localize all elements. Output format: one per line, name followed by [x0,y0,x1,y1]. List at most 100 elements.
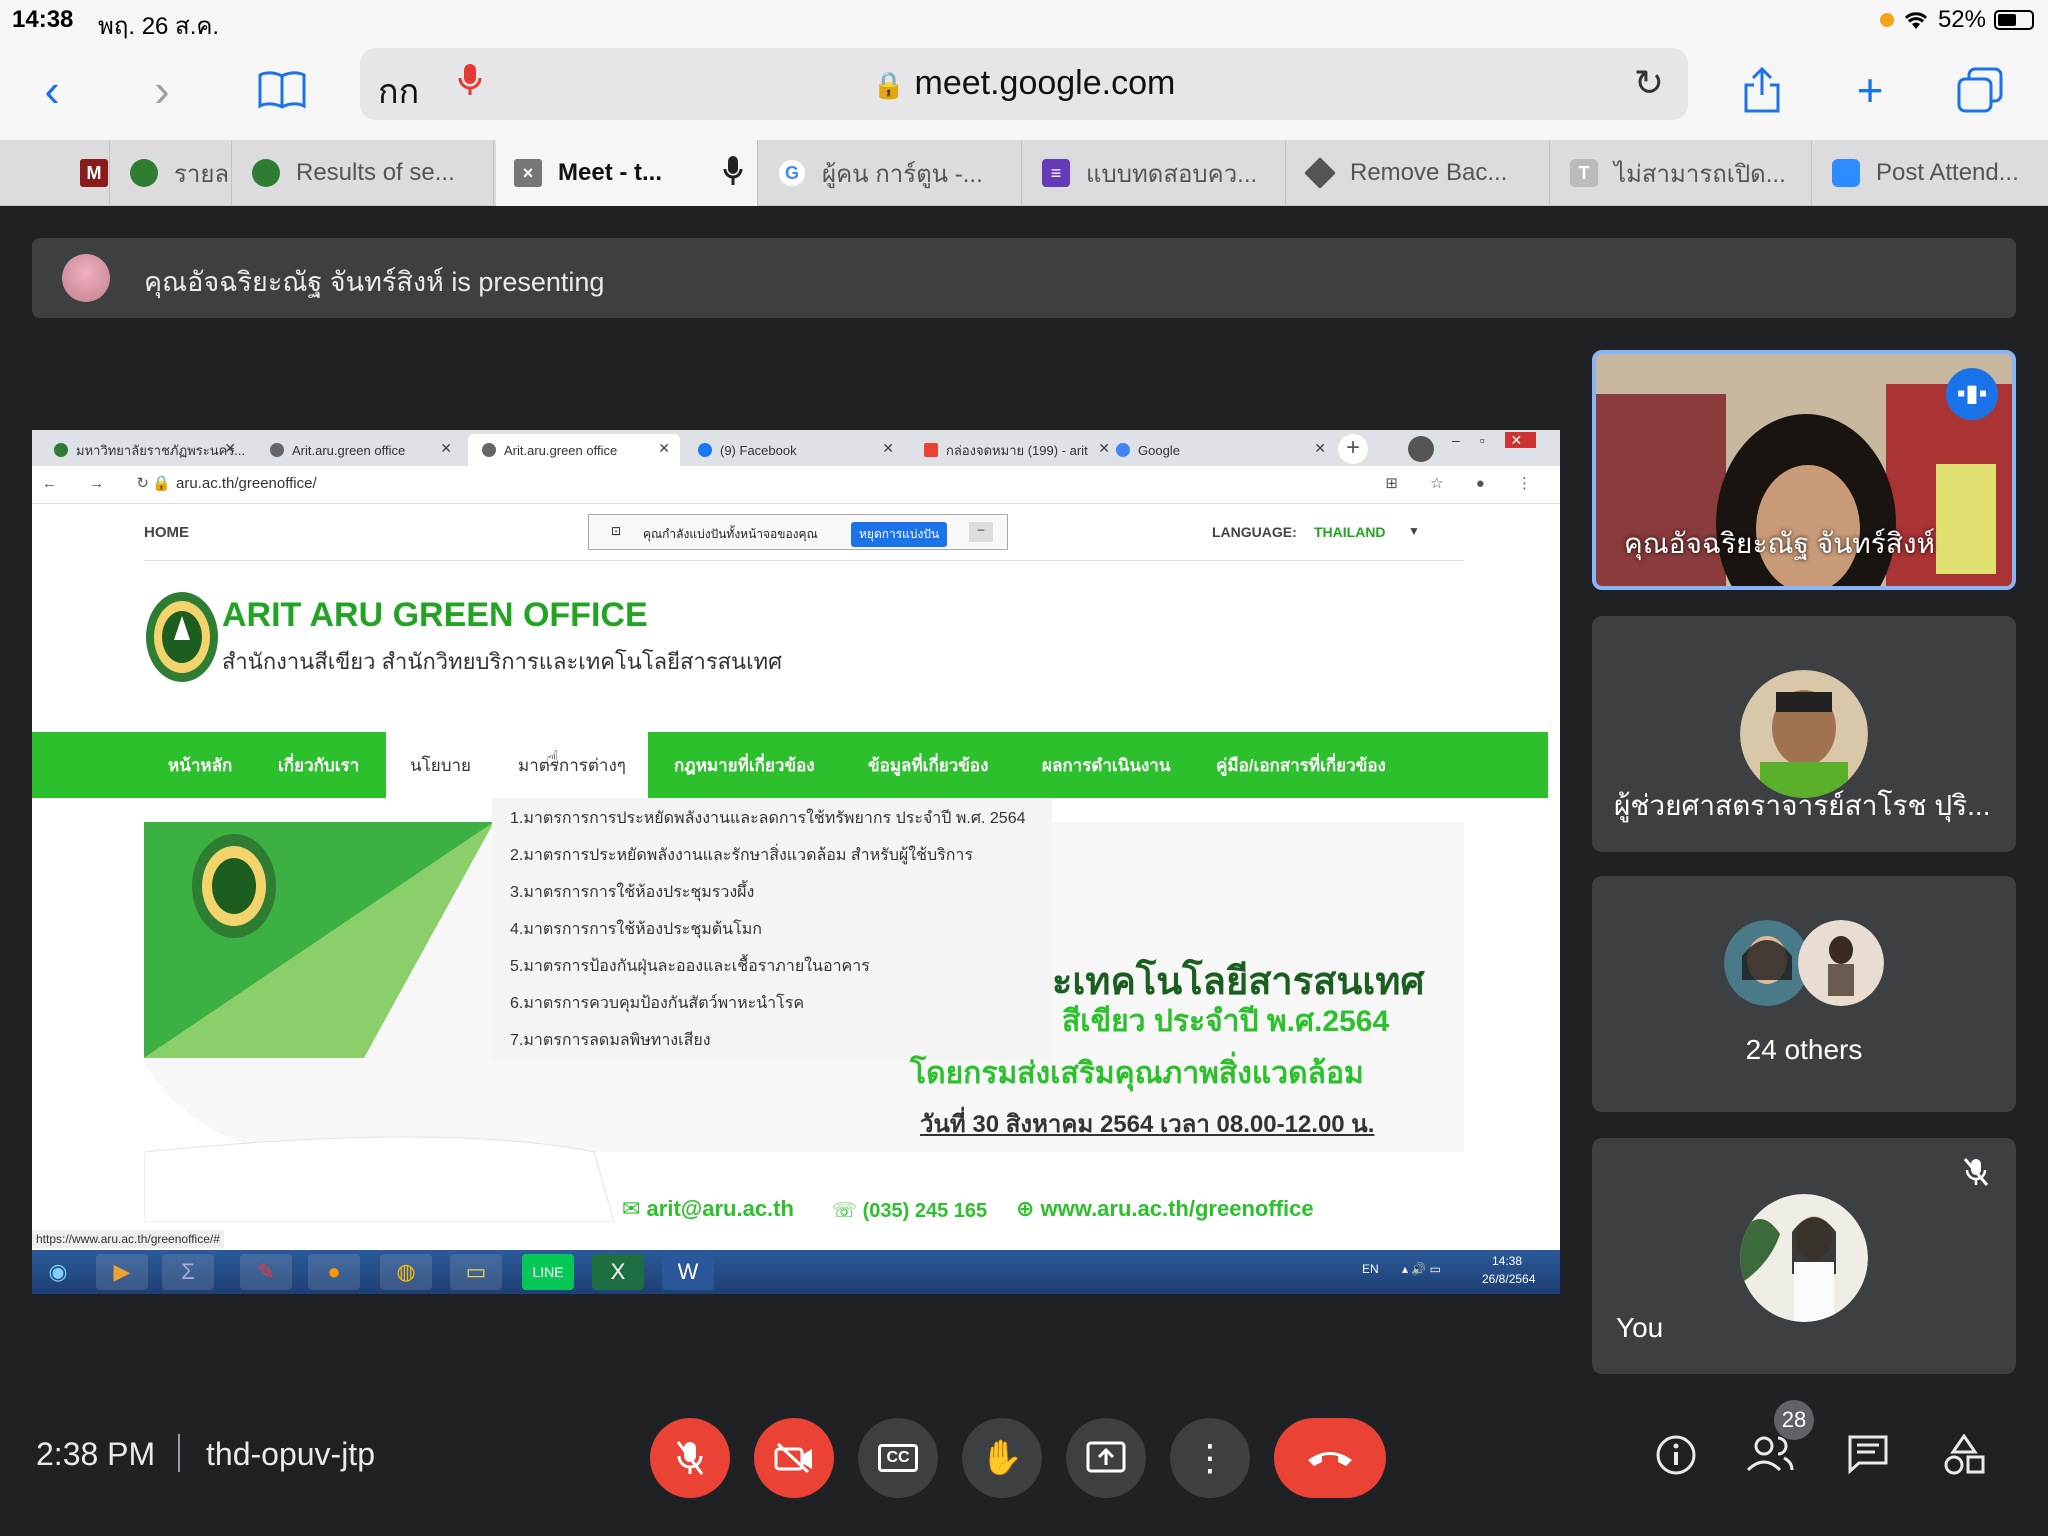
tab-remove-bg[interactable]: Remove Bac... [1288,140,1550,206]
site-subtitle: สำนักงานสีเขียว สำนักวิทยบริการและเทคโนโ… [222,649,783,674]
chrome-url: aru.ac.th/greenoffice/ [176,475,317,492]
other-avatar-2 [1798,920,1884,1006]
closed-captions-icon: CC [878,1444,918,1472]
tab-forms[interactable]: ≡ แบบทดสอบคว... [1024,140,1286,206]
lock-icon: 🔒 [872,70,906,100]
close-tab-icon[interactable]: × [514,159,542,187]
chrome-nav-icons: ← → ↻ [42,475,163,492]
share-notice-bar: ⊡ คุณกำลังแบ่งปันทั้งหน้าจอของคุณ หยุดกา… [588,514,1008,550]
tab-google-cartoon[interactable]: G ผู้คน การ์ตูน -... [760,140,1022,206]
presenter-video-tile[interactable]: ▪▮▪ คุณอัจฉริยะณัฐ จันทร์สิงห์ [1592,350,2016,590]
meeting-time: 2:38 PM [36,1436,156,1472]
people-icon[interactable] [1740,1434,1800,1484]
self-tile[interactable]: You [1592,1138,2016,1374]
status-time: 14:38 [12,6,74,33]
meeting-code: thd-opuv-jtp [206,1436,375,1472]
tab-post-attend[interactable]: Post Attend... [1814,140,2048,206]
camera-toggle-button[interactable] [754,1418,834,1498]
close-icon: ✕ [658,440,670,456]
seal-favicon-icon [54,443,68,457]
t-favicon-icon: T [1570,159,1598,187]
captions-button[interactable]: CC [858,1418,938,1498]
remove-bg-favicon-icon [1304,157,1336,189]
m-favicon-icon: M [80,159,108,187]
mic-off-icon [676,1441,704,1475]
activities-icon[interactable] [1934,1433,1994,1486]
start-button-icon: ◉ [48,1259,68,1284]
battery-percent: 52% [1937,6,1986,33]
nav-related-info: ข้อมูลที่เกี่ยวข้อง [868,756,989,775]
bookmarks-book-icon[interactable] [252,60,312,120]
others-tile[interactable]: 24 others [1592,876,2016,1112]
address-bar[interactable]: กก 🔒 meet.google.com ↻ [360,48,1688,120]
camera-off-icon [774,1442,812,1474]
share-notice-icon: ⊡ [611,524,622,538]
share-icon[interactable] [1732,60,1792,120]
safari-toolbar: ‹ › กก 🔒 meet.google.com ↻ + [0,40,2048,140]
tool-app-icon: ✎ [240,1254,292,1290]
window-controls: – ▫ ✕ [1452,432,1537,449]
language-label: LANGUAGE: [1212,524,1297,540]
forward-chevron-icon[interactable]: › [132,60,192,120]
chrome-tab-4: (9) Facebook ✕ [684,434,904,466]
close-icon: ✕ [224,440,236,456]
minimize-icon: – [969,522,993,542]
gmail-favicon-icon [924,443,938,457]
home-link: HOME [144,524,189,541]
mic-toggle-button[interactable] [650,1418,730,1498]
people-count-badge: 28 [1774,1400,1814,1440]
chrome-icon: ◍ [380,1254,432,1290]
chrome-right-icons: ⊞ ☆ ● ⋮ [1385,475,1546,492]
mic-in-use-dot-icon [1879,13,1894,27]
back-chevron-icon[interactable]: ‹ [22,60,82,120]
main-nav: หน้าหลัก เกี่ยวกับเรา นโยบาย มาตรการต่าง… [32,732,1548,798]
hang-up-icon [1308,1452,1352,1466]
chevron-down-icon: ▼ [1408,524,1420,538]
nav-manuals: คู่มือ/เอกสารที่เกี่ยวข้อง [1216,756,1386,775]
tab-results[interactable]: Results of se... [234,140,494,206]
tab-meet[interactable]: × Meet - t... [496,140,758,206]
participant-avatar [1740,670,1868,798]
tab-mendeley[interactable]: M [40,140,110,206]
presenter-avatar [62,254,110,302]
leave-call-button[interactable] [1274,1418,1386,1498]
shared-screen: มหาวิทยาลัยราชภัฏพระนคร... ✕ Arit.aru.gre… [32,430,1560,1294]
bottom-divider [178,1434,180,1472]
speaking-indicator-icon: ▪▮▪ [1946,368,1998,420]
self-avatar [1740,1194,1868,1322]
present-screen-icon [1086,1441,1126,1473]
site-title: ARIT ARU GREEN OFFICE [222,596,648,634]
contact-web: ⊕ www.aru.ac.th/greenoffice [1016,1196,1314,1221]
close-icon: ✕ [440,440,452,456]
new-tab-plus-icon[interactable]: + [1840,60,1900,120]
reload-icon[interactable]: ↻ [1634,62,1664,104]
self-label: You [1616,1312,1664,1343]
chrome-address-bar: ← → ↻ 🔒 aru.ac.th/greenoffice/ ⊞ ☆ ● ⋮ [32,466,1560,504]
tab-raiyal[interactable]: รายล [112,140,232,206]
word-icon: W [662,1254,714,1290]
safari-tab-bar: M รายล Results of se... × Meet - t... G … [0,140,2048,206]
chat-icon[interactable] [1838,1434,1898,1484]
dropdown-item: 1.มาตรการการประหยัดพลังงานและลดการใช้ทรั… [510,810,1026,827]
banner-subheading: สีเขียว ประจำปี พ.ศ.2564 [1062,1005,1390,1038]
tab-cannot-open[interactable]: T ไม่สามารถเปิด... [1552,140,1812,206]
dropdown-item: 6.มาตรการควบคุมป้องกันสัตว์พาหะนำโรค [510,995,805,1012]
participant-tile-2[interactable]: ผู้ช่วยศาสตราจารย์สาโรช ปุริ... [1592,616,2016,852]
meeting-info-icon[interactable] [1646,1434,1706,1486]
nav-about: เกี่ยวกับเรา [278,756,360,775]
more-options-button[interactable]: ⋮ [1170,1418,1250,1498]
university-seal-favicon-icon [130,159,158,187]
green-office-site: HOME ⊡ คุณกำลังแบ่งปันทั้งหน้าจอของคุณ ห… [32,504,1560,1294]
nav-laws: กฎหมายที่เกี่ยวข้อง [674,756,815,775]
raise-hand-button[interactable]: ✋ [962,1418,1042,1498]
dropdown-item: 4.มาตรการการใช้ห้องประชุมต้นโมก [510,921,762,938]
chrome-tab-3-active: Arit.aru.green office ✕ [468,434,680,466]
university-seal-favicon-icon [252,159,280,187]
nav-results: ผลการดำเนินงาน [1042,756,1171,775]
share-notice-text: คุณกำลังแบ่งปันทั้งหน้าจอของคุณ [643,527,818,541]
chrome-tab-6: Google ✕ [1102,434,1336,466]
chrome-tab-5: กล่องจดหมาย (199) - arit ✕ [910,434,1120,466]
tab-overview-icon[interactable] [1950,60,2010,120]
present-button[interactable] [1066,1418,1146,1498]
nav-home: หน้าหลัก [168,756,233,775]
